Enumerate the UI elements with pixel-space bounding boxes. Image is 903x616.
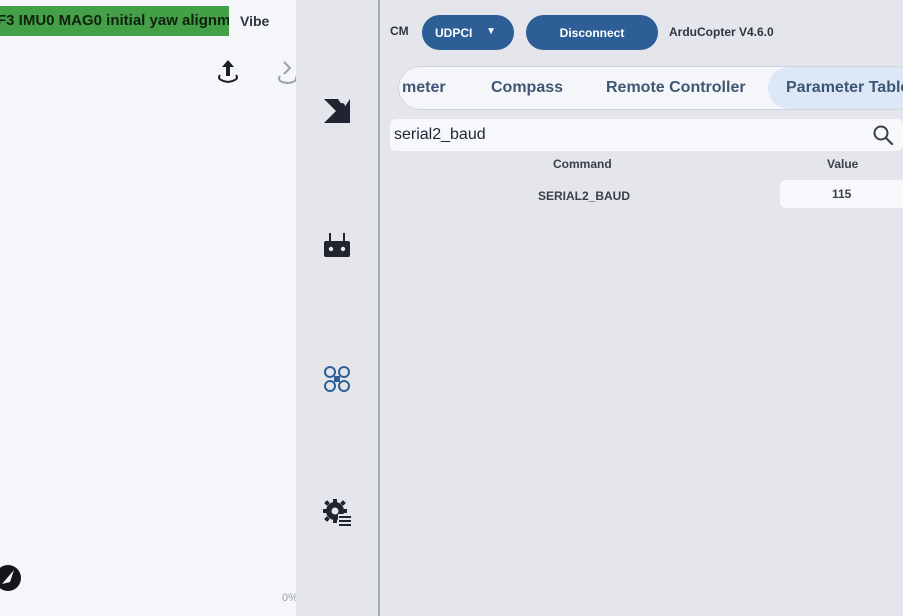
remote-controller-button[interactable] [320, 228, 354, 262]
search-input[interactable] [394, 119, 854, 151]
search-box [390, 119, 903, 151]
vibe-label[interactable]: Vibe [240, 6, 269, 36]
remote-controller-icon [324, 233, 350, 257]
sync-icon[interactable] [276, 56, 296, 88]
gear-settings-icon [323, 499, 351, 527]
navigation-icon[interactable] [0, 560, 32, 596]
connection-type-value: UDPCI [435, 25, 473, 40]
tab-compass[interactable]: Compass [491, 67, 563, 109]
table-row-value[interactable]: 115 [780, 180, 903, 208]
left-panel: F3 IMU0 MAG0 initial yaw alignment compl… [0, 0, 296, 616]
tab-remote-controller[interactable]: Remote Controller [606, 67, 746, 109]
disconnect-button[interactable]: Disconnect [526, 15, 658, 50]
settings-button[interactable] [320, 496, 354, 530]
column-header-command: Command [553, 157, 612, 171]
drone-frame-button[interactable] [320, 362, 354, 396]
tab-bar[interactable]: meter Compass Remote Controller Paramete… [398, 66, 903, 110]
column-header-value: Value [827, 157, 859, 171]
table-row-command[interactable]: SERIAL2_BAUD [538, 189, 630, 203]
map-button[interactable] [320, 94, 354, 128]
upload-icon[interactable] [214, 56, 242, 88]
dropdown-caret-icon: ▼ [486, 26, 496, 37]
cm-label: CM [390, 24, 409, 38]
tab-parameter-partial[interactable]: meter [402, 67, 446, 109]
tab-parameter-table[interactable]: Parameter Table [768, 67, 903, 109]
search-icon[interactable] [872, 124, 894, 146]
status-banner: F3 IMU0 MAG0 initial yaw alignment compl… [0, 6, 229, 36]
map-icon [324, 99, 350, 123]
rail-divider [378, 0, 380, 616]
drone-frame-icon [324, 366, 350, 392]
percent-label: 0% [282, 592, 296, 604]
firmware-version-label: ArduCopter V4.6.0 [669, 25, 774, 39]
connection-type-select[interactable]: UDPCI ▼ [422, 15, 514, 50]
